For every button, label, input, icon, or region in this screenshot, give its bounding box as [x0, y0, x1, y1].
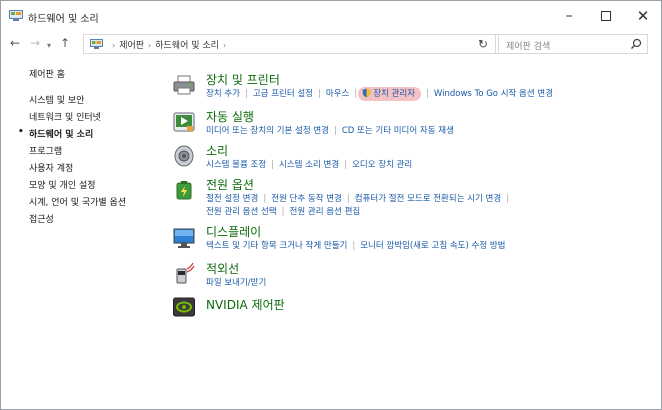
link-divider: | — [506, 194, 510, 204]
link-choose-plan[interactable]: 전원 관리 옵션 선택 — [206, 207, 277, 217]
nvidia-icon — [173, 297, 195, 317]
link-divider: | — [271, 160, 275, 170]
link-divider: | — [354, 89, 358, 99]
sidebar-item-user-accounts[interactable]: 사용자 계정 — [29, 161, 73, 174]
link-power-button[interactable]: 전원 단추 동작 변경 — [271, 194, 342, 204]
sidebar-item-system-security[interactable]: 시스템 및 보안 — [29, 93, 84, 106]
sidebar-item-clock-region[interactable]: 시계, 언어 및 국가별 옵션 — [29, 195, 126, 208]
minimize-button[interactable]: – — [549, 1, 589, 31]
category-title[interactable]: 자동 실행 — [206, 108, 254, 125]
category-title[interactable]: 디스플레이 — [206, 223, 261, 240]
close-button[interactable]: ✕ — [623, 1, 662, 31]
shield-icon — [362, 88, 371, 98]
link-volume[interactable]: 시스템 볼륨 조정 — [206, 160, 266, 170]
link-advanced-printer[interactable]: 고급 프린터 설정 — [253, 89, 313, 99]
link-refresh-rate[interactable]: 모니터 깜박임(새로 고침 속도) 수정 방법 — [360, 241, 505, 251]
category-links: 파일 보내기/받기 — [206, 276, 266, 288]
link-audio-devices[interactable]: 오디오 장치 관리 — [352, 160, 412, 170]
sidebar-item-appearance[interactable]: 모양 및 개인 설정 — [29, 178, 96, 191]
forward-button[interactable]: → — [30, 35, 40, 51]
category-title[interactable]: 장치 및 프린터 — [206, 71, 280, 88]
link-send-receive-files[interactable]: 파일 보내기/받기 — [206, 278, 266, 288]
recent-locations-chevron-icon[interactable]: ▾ — [47, 38, 51, 54]
link-divider: | — [352, 241, 356, 251]
sidebar-item-label: 하드웨어 및 소리 — [29, 130, 94, 140]
battery-icon — [176, 181, 192, 200]
sidebar-item-network[interactable]: 네트워크 및 인터넷 — [29, 110, 101, 123]
category-links: 미디어 또는 장치의 기본 설정 변경 | CD 또는 기타 미디어 자동 재생 — [206, 124, 454, 136]
printer-icon — [173, 75, 195, 95]
category-links-row2: 전원 관리 옵션 선택 | 전원 관리 옵션 편집 — [206, 205, 360, 217]
link-device-manager-label: 장치 관리자 — [373, 89, 416, 99]
link-divider: | — [346, 194, 350, 204]
breadcrumb-hardware-sound[interactable]: 하드웨어 및 소리 — [155, 41, 219, 51]
category-links: 텍스트 및 기타 항목 크거나 작게 만들기 | 모니터 깜박임(새로 고침 속도)… — [206, 239, 505, 251]
search-placeholder: 제어판 검색 — [506, 42, 551, 52]
title-bar: 하드웨어 및 소리 – ✕ — [1, 1, 661, 31]
sidebar-item-accessibility[interactable]: 접근성 — [29, 212, 54, 225]
search-box[interactable]: 제어판 검색 — [495, 34, 648, 54]
breadcrumb-control-panel[interactable]: 제어판 — [119, 41, 144, 51]
control-panel-icon — [9, 10, 23, 21]
breadcrumb-separator: › — [112, 41, 116, 50]
link-windows-to-go[interactable]: Windows To Go 시작 옵션 변경 — [434, 89, 553, 99]
sidebar-item-home[interactable]: 제어판 홈 — [29, 67, 65, 80]
breadcrumb: › 제어판 › 하드웨어 및 소리 › — [108, 38, 230, 51]
refresh-button[interactable]: ↻ — [473, 34, 493, 54]
sidebar-item-hardware-sound[interactable]: • 하드웨어 및 소리 — [18, 127, 94, 140]
current-bullet: • — [18, 127, 24, 137]
window-title: 하드웨어 및 소리 — [28, 14, 99, 25]
category-links: 시스템 볼륨 조정 | 시스템 소리 변경 | 오디오 장치 관리 — [206, 158, 412, 170]
link-device-manager[interactable]: 장치 관리자 — [358, 87, 422, 101]
monitor-icon — [173, 228, 195, 248]
infrared-icon — [176, 262, 195, 284]
link-system-sounds[interactable]: 시스템 소리 변경 — [279, 160, 339, 170]
control-panel-window: 하드웨어 및 소리 – ✕ ← → ▾ ↑ › 제어판 › 하드웨어 및 소리 › ▾ … — [0, 0, 662, 410]
category-title[interactable]: 적외선 — [206, 260, 239, 277]
address-bar[interactable]: › 제어판 › 하드웨어 및 소리 › — [83, 34, 499, 54]
autoplay-icon — [173, 112, 195, 132]
category-title[interactable]: 소리 — [206, 142, 228, 159]
link-media-defaults[interactable]: 미디어 또는 장치의 기본 설정 변경 — [206, 126, 329, 136]
breadcrumb-separator[interactable]: › — [148, 41, 151, 50]
category-title[interactable]: 전원 옵션 — [206, 176, 254, 193]
link-cd-autoplay[interactable]: CD 또는 기타 미디어 자동 재생 — [342, 126, 454, 136]
link-divider: | — [318, 89, 321, 99]
link-sleep-timing[interactable]: 컴퓨터가 절전 모드로 전환되는 시기 변경 — [355, 194, 501, 204]
link-add-device[interactable]: 장치 추가 — [206, 89, 240, 99]
link-sleep-settings[interactable]: 절전 설정 변경 — [206, 194, 258, 204]
maximize-button[interactable] — [586, 1, 626, 31]
up-button[interactable]: ↑ — [60, 35, 70, 51]
breadcrumb-separator[interactable]: › — [223, 41, 226, 50]
category-title[interactable]: NVIDIA 제어판 — [206, 296, 285, 313]
category-links: 장치 추가 | 고급 프린터 설정 | 마우스 | 장치 관리자 | Windows To Go… — [206, 87, 553, 101]
navigation-bar: ← → ▾ ↑ › 제어판 › 하드웨어 및 소리 › ▾ ↻ 제어판 검색 — [1, 31, 661, 57]
category-links: 절전 설정 변경 | 전원 단추 동작 변경 | 컴퓨터가 절전 모드로 전환되는 시기… — [206, 192, 514, 204]
search-icon[interactable] — [630, 38, 642, 50]
link-edit-plan[interactable]: 전원 관리 옵션 편집 — [290, 207, 361, 217]
link-divider: | — [334, 126, 337, 136]
link-divider: | — [263, 194, 267, 204]
link-divider: | — [344, 160, 348, 170]
speaker-icon — [174, 145, 194, 167]
maximize-icon — [601, 11, 611, 21]
link-divider: | — [244, 89, 248, 99]
link-mouse[interactable]: 마우스 — [326, 89, 349, 99]
link-divider: | — [281, 207, 285, 217]
link-divider: | — [426, 89, 429, 99]
control-panel-icon — [90, 39, 103, 49]
sidebar-item-programs[interactable]: 프로그램 — [29, 144, 62, 157]
back-button[interactable]: ← — [10, 35, 20, 51]
link-text-size[interactable]: 텍스트 및 기타 항목 크거나 작게 만들기 — [206, 241, 347, 251]
